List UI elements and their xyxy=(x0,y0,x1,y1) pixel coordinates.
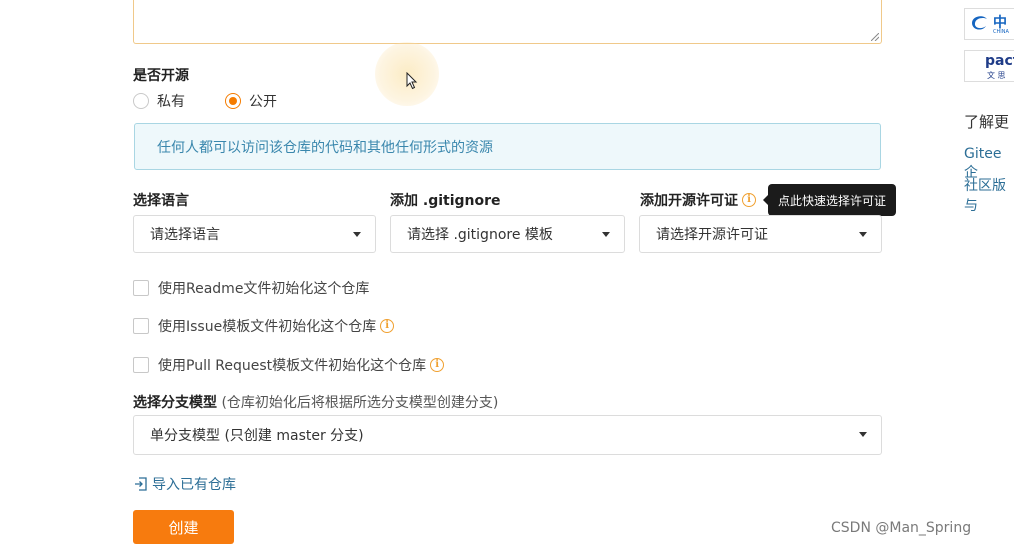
language-select-value: 请选择语言 xyxy=(150,227,220,243)
visibility-radio-group: 私有 公开 xyxy=(133,91,317,111)
csdn-watermark: CSDN @Man_Spring xyxy=(831,520,972,536)
radio-public-label: 公开 xyxy=(249,94,277,110)
radio-private[interactable]: 私有 xyxy=(133,91,185,111)
radio-public-dot[interactable] xyxy=(225,93,241,109)
pr-template-checkbox-label: 使用Pull Request模板文件初始化这个仓库 xyxy=(158,358,427,374)
issue-template-checkbox-row[interactable]: 使用Issue模板文件初始化这个仓库 i xyxy=(133,316,395,336)
sidebar-link-community[interactable]: 社区版与 xyxy=(964,175,1014,215)
license-label: 添加开源许可证 xyxy=(640,193,738,209)
readme-checkbox[interactable] xyxy=(133,280,149,296)
description-textarea[interactable] xyxy=(133,0,882,44)
issue-template-checkbox[interactable] xyxy=(133,318,149,334)
visibility-info-box: 任何人都可以访问该仓库的代码和其他任何形式的资源 xyxy=(134,123,881,170)
sidebar-heading: 了解更 xyxy=(964,113,1010,131)
resize-grip-icon[interactable] xyxy=(871,33,879,41)
pr-info-icon[interactable]: i xyxy=(430,358,445,372)
import-icon xyxy=(135,477,147,491)
branch-model-label: 选择分支模型 xyxy=(133,395,217,411)
pr-template-checkbox[interactable] xyxy=(133,357,149,373)
issue-info-icon[interactable]: i xyxy=(380,319,395,333)
branch-model-hint: (仓库初始化后将根据所选分支模型创建分支) xyxy=(221,395,499,411)
license-label-group: 添加开源许可证 i xyxy=(640,190,756,210)
gitignore-select[interactable]: 请选择 .gitignore 模板 xyxy=(390,215,625,253)
branch-model-select-value: 单分支模型 (只创建 master 分支) xyxy=(150,428,364,444)
china-telecom-logo[interactable]: 中 CHINA xyxy=(964,8,1014,40)
license-info-icon[interactable]: i xyxy=(742,193,756,207)
issue-template-checkbox-label: 使用Issue模板文件初始化这个仓库 xyxy=(158,319,377,335)
pr-template-checkbox-row[interactable]: 使用Pull Request模板文件初始化这个仓库 i xyxy=(133,355,445,375)
readme-checkbox-label: 使用Readme文件初始化这个仓库 xyxy=(158,281,370,297)
logo1-sub: CHINA xyxy=(993,29,1009,35)
import-repo-link-text: 导入已有仓库 xyxy=(152,477,236,493)
license-select-value: 请选择开源许可证 xyxy=(656,227,768,243)
language-select[interactable]: 请选择语言 xyxy=(133,215,376,253)
caret-down-icon xyxy=(859,232,867,237)
telecom-swirl-icon xyxy=(972,16,987,30)
caret-down-icon xyxy=(353,232,361,237)
license-tooltip-text: 点此快速选择许可证 xyxy=(777,193,886,208)
visibility-info-text: 任何人都可以访问该仓库的代码和其他任何形式的资源 xyxy=(157,139,493,156)
license-tooltip: 点此快速选择许可证 xyxy=(763,184,896,216)
license-select[interactable]: 请选择开源许可证 xyxy=(639,215,882,253)
logo2-text: pact xyxy=(985,53,1014,69)
radio-public[interactable]: 公开 xyxy=(225,91,277,111)
caret-down-icon xyxy=(602,232,610,237)
logo2-sub: 文 思 xyxy=(987,71,1006,80)
create-button[interactable]: 创建 xyxy=(133,510,234,544)
readme-checkbox-row[interactable]: 使用Readme文件初始化这个仓库 xyxy=(133,278,369,298)
branch-model-select[interactable]: 单分支模型 (只创建 master 分支) xyxy=(133,415,882,455)
caret-down-icon xyxy=(859,432,867,437)
visibility-label: 是否开源 xyxy=(133,68,189,84)
gitignore-label: 添加 .gitignore xyxy=(390,193,501,209)
mouse-cursor-icon xyxy=(406,72,418,90)
radio-private-label: 私有 xyxy=(157,94,185,110)
pactera-logo[interactable]: pact 文 思 xyxy=(964,50,1014,82)
language-label: 选择语言 xyxy=(133,193,189,209)
branch-model-label-row: 选择分支模型 (仓库初始化后将根据所选分支模型创建分支) xyxy=(133,392,498,412)
radio-private-dot[interactable] xyxy=(133,93,149,109)
gitignore-select-value: 请选择 .gitignore 模板 xyxy=(407,227,553,243)
import-repo-link[interactable]: 导入已有仓库 xyxy=(134,474,236,494)
